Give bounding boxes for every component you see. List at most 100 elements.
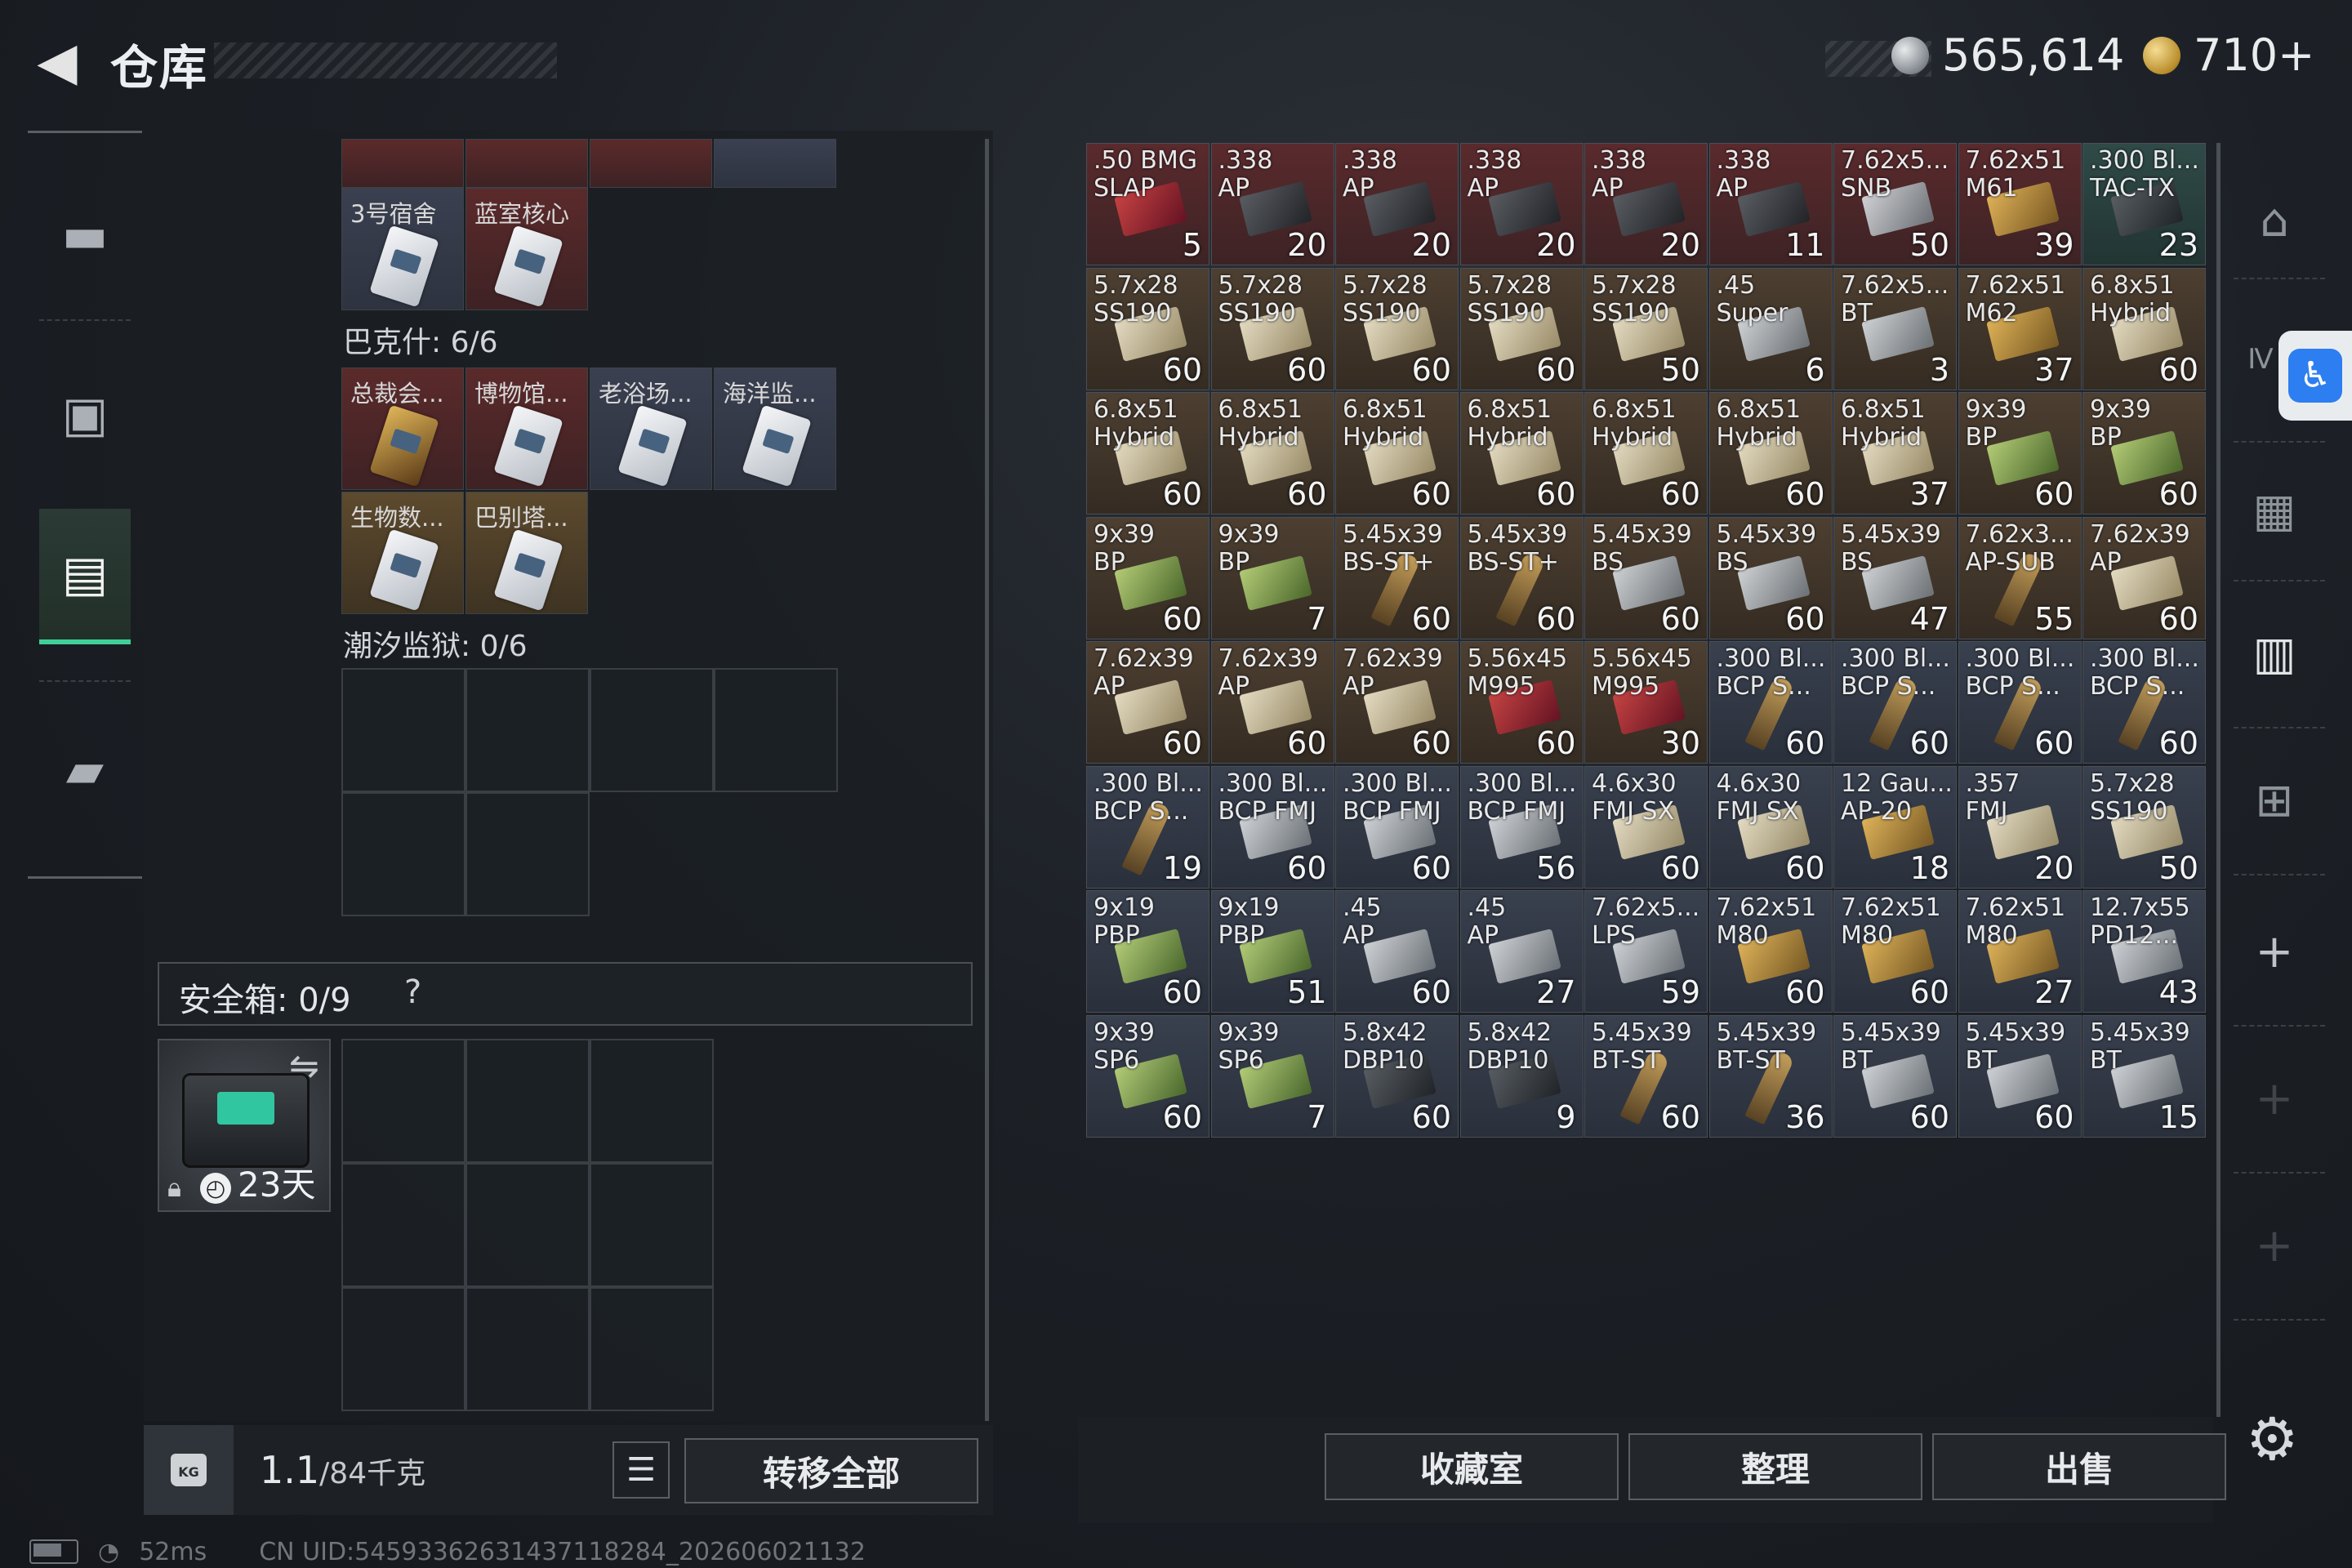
keycard-slot[interactable]: 3号宿舍 <box>341 188 464 310</box>
left-scrollbar[interactable] <box>985 139 989 1421</box>
right-scrollbar[interactable] <box>2216 143 2221 1417</box>
ammo-slot[interactable]: 6.8x51 Hybrid 60 <box>1086 392 1209 514</box>
list-icon[interactable]: ☰ <box>612 1441 670 1499</box>
safe-slot[interactable] <box>341 1163 466 1287</box>
ammo-slot[interactable]: 7.62x51 M80 60 <box>1708 890 1833 1013</box>
ammo-slot[interactable]: 4.6x30 FMJ SX 60 <box>1584 765 1708 889</box>
empty-keycard-slot[interactable] <box>341 668 466 792</box>
ammo-slot[interactable]: .357 FMJ 20 <box>1958 765 2082 889</box>
keycard-slot[interactable] <box>466 139 588 188</box>
ammo-slot[interactable]: 9x39 BP 7 <box>1210 516 1334 639</box>
ammo-slot[interactable]: 7.62x51 M80 27 <box>1958 890 2082 1013</box>
swap-icon[interactable]: ⇋ <box>289 1045 319 1087</box>
ammo-slot[interactable]: 6.8x51 Hybrid 60 <box>1210 392 1334 514</box>
collection-room-button[interactable]: 收藏室 <box>1325 1433 1619 1500</box>
pistol-icon[interactable]: ▬ <box>39 170 131 301</box>
ammo-slot[interactable]: 5.45x39 BS 60 <box>1708 516 1833 639</box>
ammo-slot[interactable]: 7.62x51 M62 37 <box>1958 267 2082 390</box>
help-icon[interactable]: ? <box>404 973 421 1011</box>
back-arrow-icon[interactable]: ◀ <box>24 29 90 95</box>
ammo-slot[interactable]: .300 Bl... BCP FMJ 60 <box>1210 765 1334 889</box>
plus-icon[interactable]: + <box>2238 1209 2311 1282</box>
transfer-all-button[interactable]: 转移全部 <box>684 1438 978 1503</box>
iv-storage-icon[interactable]: ▥ <box>2238 617 2311 690</box>
keycard-slot[interactable]: 生物数... <box>341 492 464 614</box>
ammo-slot[interactable]: 7.62x5... SNB 50 <box>1833 143 1957 265</box>
keycard-slot[interactable]: 海洋监... <box>714 368 836 490</box>
ammo-slot[interactable]: .300 Bl... BCP FMJ 56 <box>1459 765 1584 889</box>
ammo-slot[interactable]: 9x19 PBP 51 <box>1210 890 1334 1013</box>
ammo-slot[interactable]: 5.56x45 M995 30 <box>1584 641 1708 764</box>
camera-icon[interactable]: ▦ <box>2238 474 2311 547</box>
ammo-slot[interactable]: 7.62x39 AP 60 <box>2082 516 2206 639</box>
keycard-slot[interactable]: 博物馆... <box>466 368 588 490</box>
ammo-slot[interactable]: .300 Bl... BCP FMJ 60 <box>1335 765 1459 889</box>
ammo-slot[interactable]: 7.62x5... BT 3 <box>1833 267 1957 390</box>
safe-slot[interactable] <box>341 1287 466 1411</box>
safe-slot[interactable] <box>590 1163 714 1287</box>
ammo-slot[interactable]: .45 AP 27 <box>1459 890 1584 1013</box>
ammo-slot[interactable]: 9x39 BP 60 <box>1958 392 2082 514</box>
weight-lock-button[interactable]: KG <box>144 1425 234 1515</box>
keycard-slot[interactable]: 蓝室核心 <box>466 188 588 310</box>
ammo-slot[interactable]: .50 BMG SLAP 5 <box>1086 143 1209 265</box>
ammo-slot[interactable]: 6.8x51 Hybrid 60 <box>1708 392 1833 514</box>
iv-add-icon[interactable]: ⊞ <box>2238 764 2311 837</box>
ammo-slot[interactable]: 5.7x28 SS190 60 <box>1210 267 1334 390</box>
ammo-slot[interactable]: 5.45x39 BS-ST+ 60 <box>1459 516 1584 639</box>
ammo-slot[interactable]: 12 Gau... AP-20 18 <box>1833 765 1957 889</box>
ammo-slot[interactable]: 5.45x39 BT-ST 36 <box>1708 1014 1833 1138</box>
safe-slot[interactable] <box>341 1039 466 1163</box>
keycard-slot[interactable] <box>714 139 836 188</box>
gear-icon[interactable]: ⚙ <box>2246 1405 2299 1473</box>
ammo-slot[interactable]: .300 Bl... TAC-TX 23 <box>2082 143 2206 265</box>
ammo-slot[interactable]: 6.8x51 Hybrid 37 <box>1833 392 1957 514</box>
ammo-slot[interactable]: 9x39 SP6 7 <box>1210 1014 1334 1138</box>
ammo-slot[interactable]: .338 AP 20 <box>1459 143 1584 265</box>
ammo-slot[interactable]: 5.8x42 DBP10 60 <box>1335 1014 1459 1138</box>
keycard-slot[interactable] <box>341 139 464 188</box>
ammo-slot[interactable]: 5.7x28 SS190 50 <box>2082 765 2206 889</box>
ammo-slot[interactable]: .300 Bl... BCP S... 19 <box>1086 765 1209 889</box>
empty-keycard-slot[interactable] <box>466 668 590 792</box>
ammo-slot[interactable]: 5.56x45 M995 60 <box>1459 641 1584 764</box>
ammo-slot[interactable]: 6.8x51 Hybrid 60 <box>1335 392 1459 514</box>
iv-icon[interactable]: Ⅳ <box>2236 323 2285 396</box>
ammo-slot[interactable]: .45 Super 6 <box>1708 267 1833 390</box>
safe-slot[interactable] <box>590 1039 714 1163</box>
keycard-slot[interactable]: 总裁会... <box>341 368 464 490</box>
ammo-slot[interactable]: 5.8x42 DBP10 9 <box>1459 1014 1584 1138</box>
ammo-slot[interactable]: 5.7x28 SS190 60 <box>1086 267 1209 390</box>
ammo-slot[interactable]: .300 Bl... BCP S... 60 <box>1833 641 1957 764</box>
safe-slot[interactable] <box>466 1039 590 1163</box>
keycard-slot[interactable]: 老浴场... <box>590 368 712 490</box>
ammo-slot[interactable]: 7.62x39 AP 60 <box>1335 641 1459 764</box>
ammo-slot[interactable]: 9x39 BP 60 <box>2082 392 2206 514</box>
empty-keycard-slot[interactable] <box>714 668 838 792</box>
ammo-slot[interactable]: 9x19 PBP 60 <box>1086 890 1209 1013</box>
ammo-slot[interactable]: 5.7x28 SS190 60 <box>1335 267 1459 390</box>
organize-button[interactable]: 整理 <box>1628 1433 1922 1500</box>
ammo-slot[interactable]: 5.45x39 BS 47 <box>1833 516 1957 639</box>
empty-keycard-slot[interactable] <box>466 792 590 916</box>
plus-icon[interactable]: + <box>2238 915 2311 988</box>
ammo-slot[interactable]: .300 Bl... BCP S... 60 <box>1958 641 2082 764</box>
accessibility-button[interactable]: ♿︎ <box>2278 331 2352 421</box>
ammo-slot[interactable]: 7.62x39 AP 60 <box>1210 641 1334 764</box>
container-icon[interactable]: ▤ <box>39 509 131 644</box>
ammo-slot[interactable]: .338 AP 20 <box>1584 143 1708 265</box>
ammo-slot[interactable]: 5.45x39 BT 15 <box>2082 1014 2206 1138</box>
keycard-slot[interactable]: 巴别塔... <box>466 492 588 614</box>
ammo-slot[interactable]: 5.45x39 BT 60 <box>1833 1014 1957 1138</box>
ammo-slot[interactable]: 4.6x30 FMJ SX 60 <box>1708 765 1833 889</box>
keycard-slot[interactable] <box>590 139 712 188</box>
ammo-slot[interactable]: 6.8x51 Hybrid 60 <box>2082 267 2206 390</box>
briefcase-icon[interactable]: ▰ <box>39 705 131 835</box>
ammo-slot[interactable]: 5.45x39 BT-ST 60 <box>1584 1014 1708 1138</box>
silver-currency[interactable]: 565,614 <box>1891 29 2124 81</box>
ammo-slot[interactable]: 7.62x51 M61 39 <box>1958 143 2082 265</box>
ammo-slot[interactable]: 5.45x39 BS-ST+ 60 <box>1335 516 1459 639</box>
ammo-slot[interactable]: 5.7x28 SS190 50 <box>1584 267 1708 390</box>
ammo-slot[interactable]: 9x39 SP6 60 <box>1086 1014 1209 1138</box>
ammo-slot[interactable]: 7.62x5... LPS 59 <box>1584 890 1708 1013</box>
